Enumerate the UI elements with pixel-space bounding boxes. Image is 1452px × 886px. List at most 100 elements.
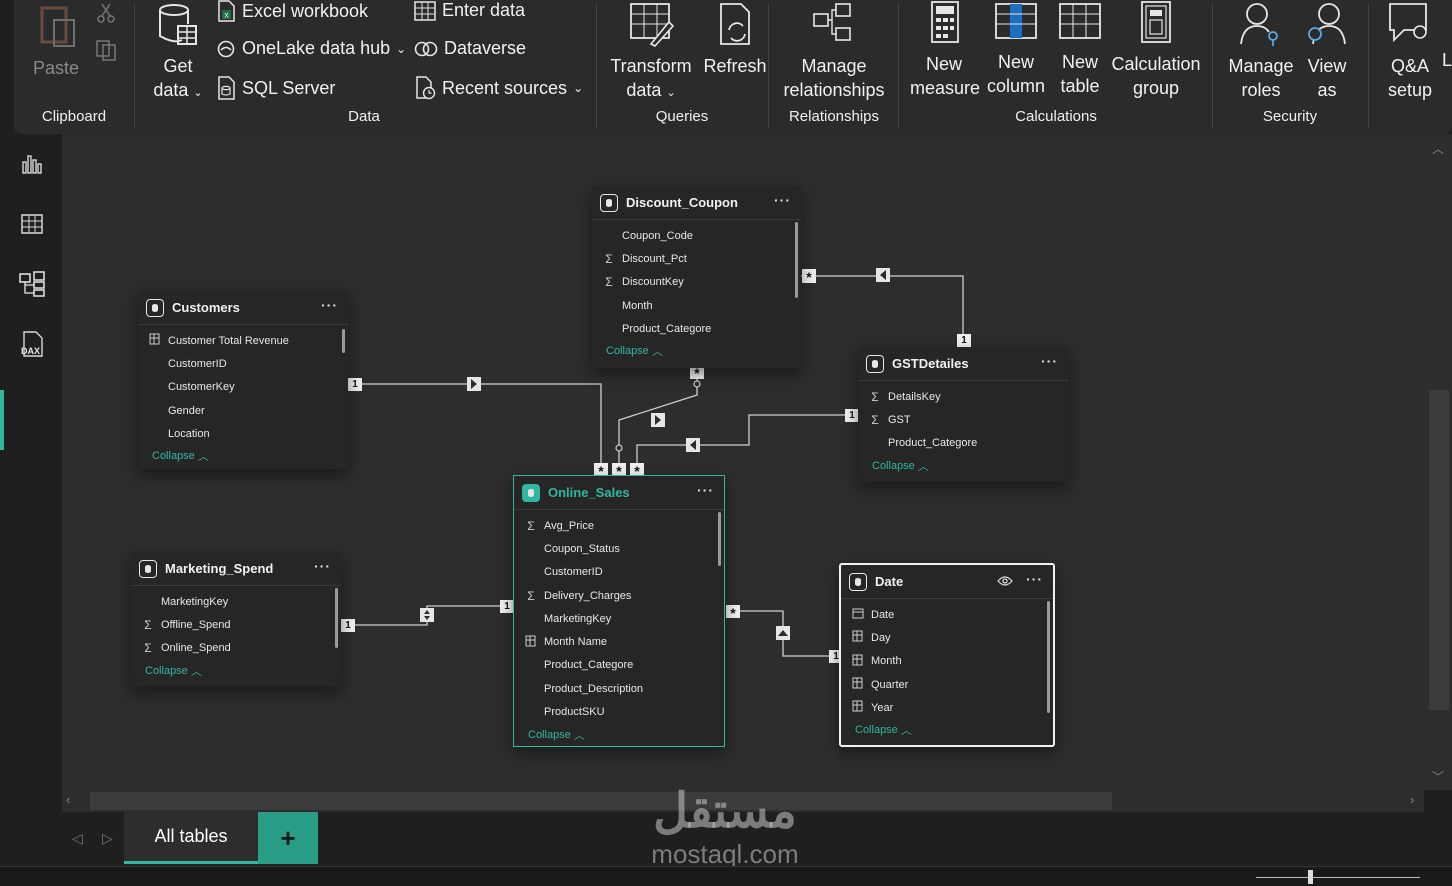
table-card-online-sales[interactable]: Online_Sales ··· Σ Avg_Price Coupon_Status… [513, 475, 725, 747]
table-card-gstdetailes[interactable]: GSTDetailes ··· Σ DetailsKey Σ GST Product_C… [858, 347, 1068, 482]
qa-setup-button[interactable]: Q&A setup [1380, 0, 1440, 102]
dataverse-button[interactable]: Dataverse [414, 38, 526, 59]
field-row[interactable]: Product_Categore [858, 432, 1068, 455]
table-card-header[interactable]: Marketing_Spend ··· [131, 552, 341, 586]
dax-query-view-button[interactable]: DAX [14, 326, 50, 362]
field-row[interactable]: Σ Avg_Price [514, 514, 724, 537]
excel-workbook-button[interactable]: x Excel workbook [216, 0, 368, 22]
zoom-slider[interactable] [1256, 877, 1420, 878]
paste-button[interactable]: Paste [30, 2, 82, 80]
field-row[interactable]: Month Name [514, 630, 724, 653]
more-options-icon[interactable]: ··· [321, 297, 338, 313]
field-scrollbar[interactable] [335, 588, 338, 648]
manage-relationships-button[interactable]: Manage relationships [776, 0, 892, 102]
transform-data-button[interactable]: Transform data ⌄ [608, 0, 694, 105]
table-card-date[interactable]: Date ··· Date Day Month Quarter Year Collaps… [839, 563, 1055, 747]
model-view-button[interactable] [14, 266, 50, 302]
field-row[interactable]: Month [592, 294, 801, 317]
field-row[interactable]: Month [841, 650, 1053, 673]
field-row[interactable]: Gender [138, 399, 348, 422]
field-row[interactable]: Customer Total Revenue [138, 329, 348, 352]
collapse-link[interactable]: Collapse ︿ [592, 340, 801, 362]
field-row[interactable]: Quarter [841, 673, 1053, 696]
calculation-group-button[interactable]: Calculation group [1108, 0, 1204, 100]
separator [1368, 4, 1369, 128]
tab-next-icon[interactable]: ▷ [102, 830, 113, 847]
field-row[interactable]: Year [841, 696, 1053, 719]
tab-prev-icon[interactable]: ◁ [72, 830, 83, 847]
collapse-link[interactable]: Collapse ︿ [858, 455, 1068, 477]
tab-all-tables[interactable]: All tables [124, 812, 258, 864]
field-row[interactable]: CustomerID [138, 352, 348, 375]
enter-data-button[interactable]: Enter data [414, 0, 525, 21]
table-card-marketing-spend[interactable]: Marketing_Spend ··· MarketingKey Σ Offline… [131, 552, 341, 686]
sql-server-button[interactable]: SQL Server [216, 76, 335, 100]
new-column-button[interactable]: New column [982, 0, 1050, 98]
view-as-button[interactable]: View as [1298, 0, 1356, 102]
scroll-left-icon[interactable]: ‹ [66, 792, 70, 807]
scroll-right-icon[interactable]: › [1410, 792, 1414, 807]
copy-icon[interactable] [94, 38, 118, 62]
get-data-button[interactable]: Get data ⌄ [146, 2, 210, 105]
field-row[interactable]: Σ Online_Spend [131, 637, 341, 660]
field-row[interactable]: Σ DiscountKey [592, 271, 801, 294]
collapse-link[interactable]: Collapse ︿ [131, 660, 341, 682]
more-options-icon[interactable]: ··· [1026, 571, 1043, 587]
tab-all-tables-label: All tables [154, 826, 228, 846]
field-row[interactable]: ProductSKU [514, 700, 724, 723]
new-measure-button[interactable]: New measure [910, 0, 980, 100]
field-scrollbar[interactable] [718, 512, 721, 566]
field-scrollbar[interactable] [1047, 601, 1050, 713]
field-row[interactable]: Product_Description [514, 677, 724, 700]
field-row[interactable]: Σ Delivery_Charges [514, 584, 724, 607]
table-card-header[interactable]: Customers ··· [138, 291, 348, 325]
field-row[interactable]: Location [138, 422, 348, 445]
field-row[interactable]: Σ Discount_Pct [592, 247, 801, 270]
collapse-link[interactable]: Collapse ︿ [138, 445, 348, 467]
field-row[interactable]: Σ Offline_Spend [131, 613, 341, 636]
cut-icon[interactable] [94, 2, 118, 24]
table-card-header[interactable]: Discount_Coupon ··· [592, 186, 801, 220]
add-layout-button[interactable]: + [258, 812, 318, 864]
recent-sources-button[interactable]: Recent sources ⌄ [414, 76, 583, 100]
field-row[interactable]: Date [841, 603, 1053, 626]
field-row[interactable]: CustomerKey [138, 376, 348, 399]
more-options-icon[interactable]: ··· [697, 482, 714, 498]
table-view-button[interactable] [14, 206, 50, 242]
onelake-data-hub-button[interactable]: OneLake data hub ⌄ [216, 38, 406, 59]
scroll-down-icon[interactable]: ﹀ [1432, 768, 1444, 785]
table-card-discount-coupon[interactable]: Discount_Coupon ··· Coupon_Code Σ Discount… [592, 186, 801, 368]
field-row[interactable]: Day [841, 626, 1053, 649]
table-card-customers[interactable]: Customers ··· Customer Total Revenue Cust… [138, 291, 348, 469]
refresh-button[interactable]: Refresh [702, 0, 768, 78]
more-options-icon[interactable]: ··· [1041, 353, 1058, 369]
field-row[interactable]: Coupon_Code [592, 224, 801, 247]
field-row[interactable]: Coupon_Status [514, 537, 724, 560]
report-view-button[interactable] [14, 146, 50, 182]
field-scrollbar[interactable] [342, 329, 345, 353]
field-scrollbar[interactable] [795, 222, 798, 298]
field-row[interactable]: CustomerID [514, 561, 724, 584]
more-options-icon[interactable]: ··· [774, 192, 791, 208]
eye-icon[interactable] [997, 575, 1013, 590]
field-row[interactable]: Product_Categore [592, 317, 801, 340]
manage-roles-button[interactable]: Manage roles [1226, 0, 1296, 102]
field-row[interactable]: MarketingKey [131, 590, 341, 613]
collapse-link[interactable]: Collapse ︿ [514, 724, 724, 746]
separator [1212, 4, 1213, 128]
collapse-link[interactable]: Collapse ︿ [841, 719, 1053, 741]
field-row[interactable]: Σ GST [858, 408, 1068, 431]
vertical-scroll-thumb[interactable] [1429, 390, 1449, 710]
horizontal-scroll-thumb[interactable] [90, 792, 1112, 810]
field-row[interactable]: Product_Categore [514, 654, 724, 677]
field-row[interactable]: MarketingKey [514, 607, 724, 630]
calculated-column-icon [849, 677, 867, 692]
more-options-icon[interactable]: ··· [314, 558, 331, 574]
table-card-header[interactable]: Online_Sales ··· [514, 476, 724, 510]
table-card-header[interactable]: GSTDetailes ··· [858, 347, 1068, 381]
field-row[interactable]: Σ DetailsKey [858, 385, 1068, 408]
zoom-slider-thumb[interactable] [1308, 870, 1313, 884]
new-table-button[interactable]: New table [1054, 0, 1106, 98]
scroll-up-icon[interactable]: ︿ [1432, 140, 1444, 157]
table-card-header[interactable]: Date ··· [841, 565, 1053, 599]
